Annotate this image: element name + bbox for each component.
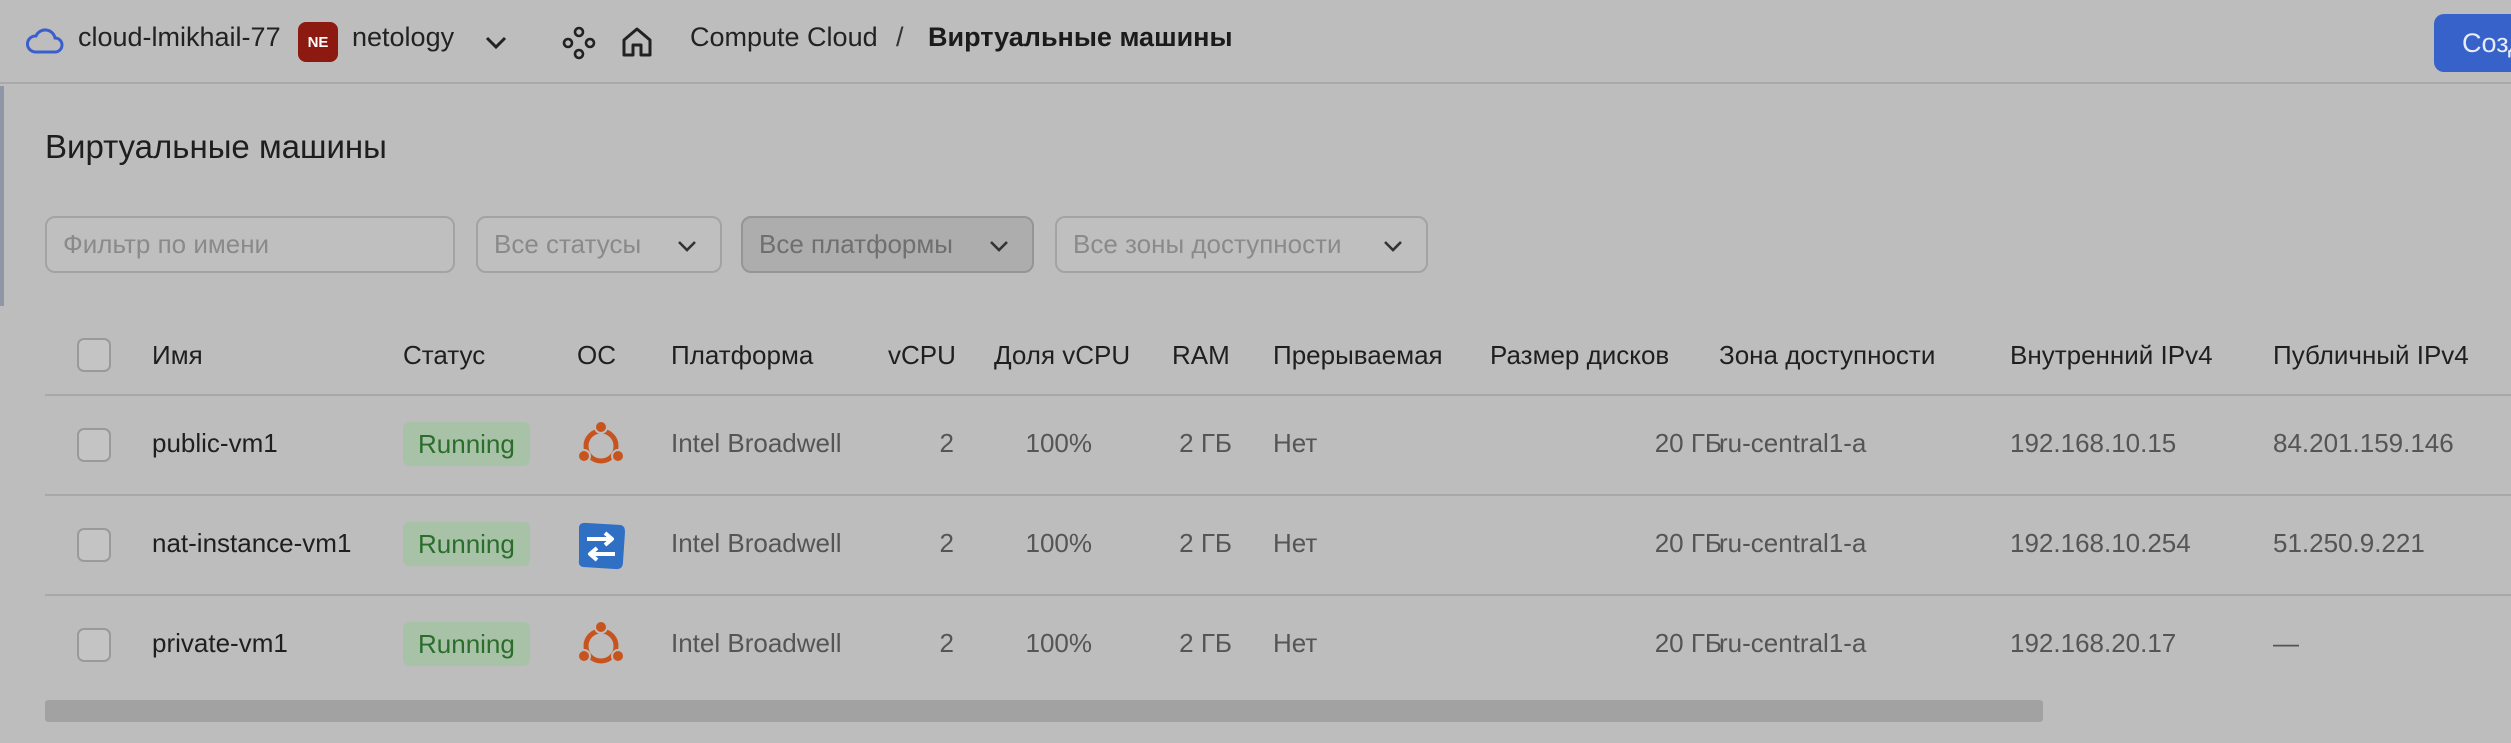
vcpu: 2: [939, 428, 954, 458]
zone: ru-central1-a: [1719, 428, 1867, 458]
vcpu-share: 100%: [1025, 528, 1093, 558]
ubuntu-icon: [575, 420, 627, 472]
vcpu-share: 100%: [1025, 628, 1093, 658]
column-header-ram[interactable]: RAM: [1172, 340, 1230, 371]
org-badge[interactable]: NE: [298, 22, 338, 62]
nat-instance-icon: [575, 520, 627, 572]
chevron-down-icon: [986, 234, 1012, 258]
services-grid-icon[interactable]: [562, 26, 596, 60]
top-bar: cloud-lmikhail-77 NE netology Compute Cl…: [0, 0, 2511, 84]
status-filter-value: Все статусы: [494, 229, 642, 259]
column-header-disk-size[interactable]: Размер дисков: [1490, 340, 1669, 371]
column-header-internal-ip[interactable]: Внутренний IPv4: [2010, 340, 2213, 371]
disk-size: 20 ГБ: [1654, 428, 1722, 458]
cloud-icon[interactable]: [26, 26, 64, 56]
preemptible: Нет: [1273, 528, 1318, 558]
table-row[interactable]: nat-instance-vm1 Running Intel Broadwell…: [45, 496, 2511, 596]
vm-name[interactable]: public-vm1: [152, 428, 278, 459]
column-header-public-ip[interactable]: Публичный IPv4: [2273, 340, 2469, 371]
platform-filter-value: Все платформы: [759, 229, 953, 259]
cloud-name[interactable]: cloud-lmikhail-77: [78, 22, 281, 53]
platform: Intel Broadwell: [671, 528, 842, 558]
zone: ru-central1-a: [1719, 528, 1867, 558]
ram: 2 ГБ: [1179, 628, 1232, 658]
breadcrumb-compute-cloud[interactable]: Compute Cloud: [690, 22, 878, 53]
status-badge: Running: [403, 622, 530, 666]
column-header-status[interactable]: Статус: [403, 340, 485, 371]
chevron-down-icon: [1380, 234, 1406, 258]
column-header-name[interactable]: Имя: [152, 340, 203, 371]
status-badge: Running: [403, 422, 530, 466]
status-badge: Running: [403, 522, 530, 566]
column-header-os[interactable]: ОС: [577, 340, 616, 371]
row-checkbox[interactable]: [77, 528, 111, 562]
column-header-vcpu[interactable]: vCPU: [888, 340, 956, 371]
name-filter-input[interactable]: Фильтр по имени: [45, 216, 455, 273]
column-header-preemptible[interactable]: Прерываемая: [1273, 340, 1443, 371]
platform: Intel Broadwell: [671, 428, 842, 458]
sidebar-edge: [0, 86, 4, 306]
org-name[interactable]: netology: [352, 22, 454, 53]
row-checkbox[interactable]: [77, 428, 111, 462]
vcpu-share: 100%: [1025, 428, 1093, 458]
chevron-down-icon[interactable]: [480, 28, 512, 58]
disk-size: 20 ГБ: [1654, 528, 1722, 558]
disk-size: 20 ГБ: [1654, 628, 1722, 658]
platform: Intel Broadwell: [671, 628, 842, 658]
internal-ip: 192.168.10.254: [2010, 528, 2191, 558]
column-header-vcpu-share[interactable]: Доля vCPU: [994, 340, 1130, 371]
internal-ip: 192.168.10.15: [2010, 428, 2177, 458]
table-row[interactable]: private-vm1 Running Intel Broadwell 2 10…: [45, 596, 2511, 696]
vm-name[interactable]: private-vm1: [152, 628, 288, 659]
platform-filter-select[interactable]: Все платформы: [741, 216, 1034, 273]
zone: ru-central1-a: [1719, 628, 1867, 658]
name-filter-placeholder: Фильтр по имени: [63, 229, 270, 259]
status-filter-select[interactable]: Все статусы: [476, 216, 722, 273]
vcpu: 2: [939, 628, 954, 658]
public-ip: —: [2273, 628, 2299, 658]
column-header-platform[interactable]: Платформа: [671, 340, 813, 371]
ubuntu-icon: [575, 620, 627, 672]
internal-ip: 192.168.20.17: [2010, 628, 2177, 658]
breadcrumb-separator: /: [896, 22, 904, 52]
select-all-checkbox[interactable]: [77, 338, 111, 372]
vcpu: 2: [939, 528, 954, 558]
row-checkbox[interactable]: [77, 628, 111, 662]
breadcrumb-current: Виртуальные машины: [928, 22, 1233, 52]
zone-filter-select[interactable]: Все зоны доступности: [1055, 216, 1428, 273]
preemptible: Нет: [1273, 628, 1318, 658]
column-header-zone[interactable]: Зона доступности: [1719, 340, 1935, 371]
horizontal-scrollbar[interactable]: [45, 700, 2043, 722]
table-header: Имя Статус ОС Платформа vCPU Доля vCPU R…: [45, 318, 2511, 396]
table-row[interactable]: public-vm1 Running Intel Broadwell 2 100…: [45, 396, 2511, 496]
ram: 2 ГБ: [1179, 428, 1232, 458]
public-ip: 84.201.159.146: [2273, 428, 2454, 458]
home-icon[interactable]: [619, 24, 655, 60]
preemptible: Нет: [1273, 428, 1318, 458]
public-ip: 51.250.9.221: [2273, 528, 2425, 558]
chevron-down-icon: [674, 234, 700, 258]
vm-name[interactable]: nat-instance-vm1: [152, 528, 351, 559]
zone-filter-value: Все зоны доступности: [1073, 229, 1342, 259]
page-title: Виртуальные машины: [45, 128, 387, 165]
create-button[interactable]: Созд: [2434, 14, 2511, 72]
ram: 2 ГБ: [1179, 528, 1232, 558]
